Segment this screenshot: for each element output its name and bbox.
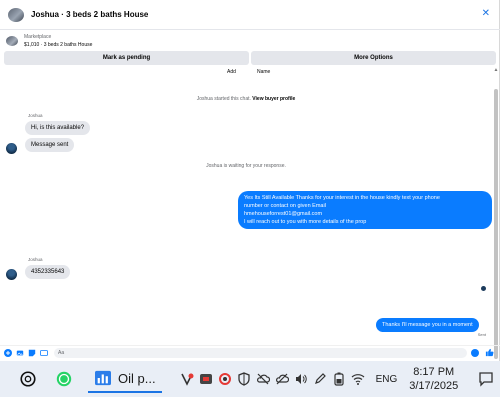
notification-icon[interactable] bbox=[478, 371, 494, 387]
taskbar-app-oil[interactable]: Oil p... bbox=[88, 365, 162, 393]
outgoing-message[interactable]: Thanks I'll message you in a moment bbox=[376, 318, 479, 332]
sync-icon[interactable] bbox=[218, 372, 233, 387]
plus-icon[interactable] bbox=[4, 348, 12, 357]
chat-header: Joshua · 3 beds 2 baths House ✕ bbox=[0, 0, 500, 30]
photo-icon[interactable] bbox=[16, 349, 24, 357]
incoming-message[interactable]: Hi, is this available? bbox=[25, 121, 91, 135]
chat-started-notice: Joshua started this chat. View buyer pro… bbox=[0, 96, 492, 102]
app-tray-icon[interactable] bbox=[199, 372, 214, 387]
message-composer: Aa bbox=[0, 345, 500, 359]
chatgpt-icon[interactable] bbox=[18, 369, 38, 389]
buyer-avatar[interactable] bbox=[6, 269, 17, 280]
add-name-link[interactable]: Add bbox=[227, 69, 236, 75]
scroll-up-icon[interactable]: ▲ bbox=[493, 67, 499, 73]
cloud-off-icon[interactable] bbox=[275, 372, 290, 387]
listing-description: $1,010 · 3 beds 2 baths House bbox=[24, 42, 93, 48]
listing-avatar[interactable] bbox=[8, 7, 24, 22]
scroll-thumb[interactable] bbox=[494, 89, 498, 359]
onedrive-off-icon[interactable] bbox=[256, 372, 271, 387]
sent-status: Sent bbox=[477, 332, 486, 337]
outgoing-message[interactable]: Yes Its Still Available Thanks for your … bbox=[238, 191, 492, 229]
listing-summary[interactable]: Marketplace $1,010 · 3 beds 2 baths Hous… bbox=[0, 31, 500, 51]
clock-date: 3/17/2025 bbox=[409, 380, 459, 392]
more-options-button[interactable]: More Options bbox=[251, 51, 496, 65]
system-clock[interactable]: 8:17 PM 3/17/2025 bbox=[409, 365, 458, 393]
gif-icon[interactable] bbox=[40, 349, 48, 357]
input-language[interactable]: ENG bbox=[376, 374, 398, 385]
taskbar-app-label: Oil p... bbox=[118, 370, 156, 386]
message-thread: Add Name Joshua started this chat. View … bbox=[0, 66, 492, 343]
whatsapp-icon[interactable] bbox=[54, 369, 74, 389]
view-buyer-profile-link[interactable]: View buyer profile bbox=[252, 96, 295, 102]
listing-actions: Mark as pending More Options bbox=[4, 51, 496, 65]
name-link[interactable]: Name bbox=[257, 69, 270, 75]
chart-app-icon bbox=[95, 370, 111, 386]
stylus-icon[interactable] bbox=[313, 372, 328, 387]
emoji-icon[interactable] bbox=[471, 348, 479, 357]
listing-kicker: Marketplace bbox=[24, 34, 52, 40]
wifi-icon[interactable] bbox=[351, 372, 366, 387]
sender-name: Joshua bbox=[28, 257, 43, 262]
incoming-message[interactable]: 4352335643 bbox=[25, 265, 71, 279]
message-input[interactable]: Aa bbox=[54, 347, 467, 358]
mark-as-pending-button[interactable]: Mark as pending bbox=[4, 51, 249, 65]
seen-indicator bbox=[481, 286, 486, 291]
buyer-avatar[interactable] bbox=[6, 143, 17, 154]
vpn-icon[interactable] bbox=[180, 372, 195, 387]
system-tray: ENG bbox=[180, 372, 398, 387]
windows-taskbar: Oil p... ENG 8:17 PM 3/17/2025 bbox=[0, 361, 500, 397]
waiting-notice: Joshua is waiting for your response. bbox=[206, 163, 286, 169]
chat-started-text: Joshua started this chat. bbox=[196, 96, 251, 102]
sticker-icon[interactable] bbox=[28, 349, 36, 357]
thumbs-up-icon[interactable] bbox=[485, 348, 494, 357]
listing-thumbnail bbox=[6, 36, 18, 46]
chat-scrollbar[interactable]: ▲ bbox=[493, 67, 499, 359]
chat-title[interactable]: Joshua · 3 beds 2 baths House bbox=[31, 10, 148, 19]
messenger-window: Joshua · 3 beds 2 baths House ✕ Marketpl… bbox=[0, 0, 500, 361]
volume-icon[interactable] bbox=[294, 372, 309, 387]
clock-time: 8:17 PM bbox=[413, 366, 455, 378]
close-icon[interactable]: ✕ bbox=[482, 9, 490, 19]
incoming-message[interactable]: Message sent bbox=[25, 138, 75, 152]
sender-name: Joshua bbox=[28, 113, 43, 118]
shield-icon[interactable] bbox=[237, 372, 252, 387]
battery-icon[interactable] bbox=[332, 372, 347, 387]
